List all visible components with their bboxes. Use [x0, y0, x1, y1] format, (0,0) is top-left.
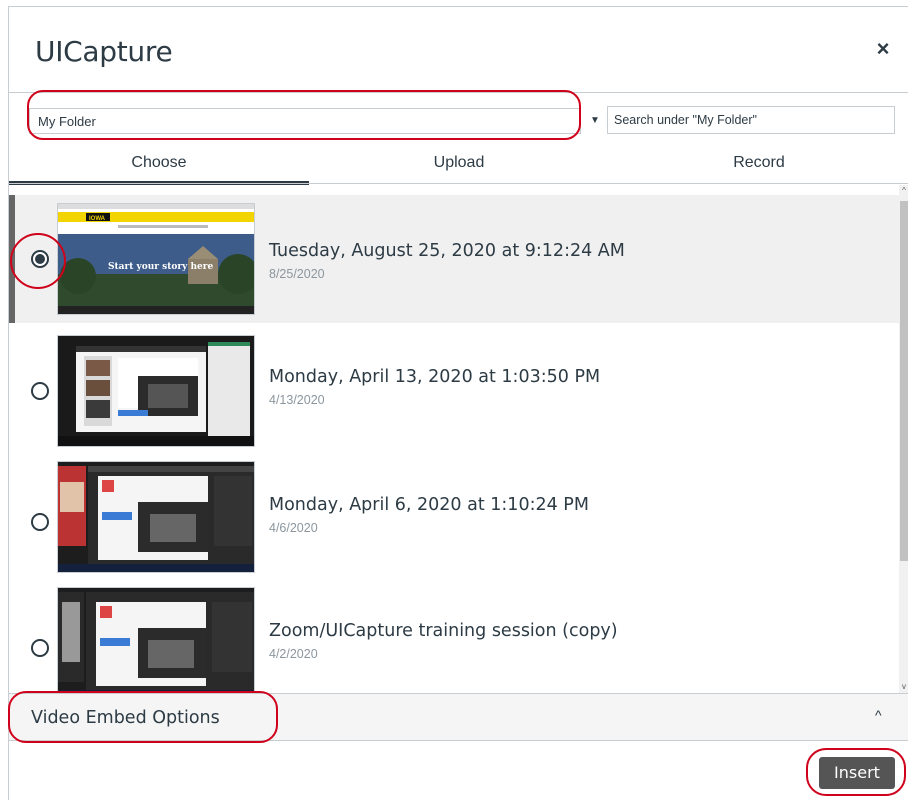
thumbnail-image	[58, 462, 254, 572]
tab-record[interactable]: Record	[609, 145, 908, 185]
radio-button[interactable]	[31, 382, 49, 400]
thumbnail-logo: IOWA	[89, 216, 106, 222]
tab-upload[interactable]: Upload	[309, 145, 609, 185]
media-list: IOWA Start your story here Tuesday, Augu…	[9, 195, 908, 693]
video-embed-options[interactable]: Video Embed Options ^	[9, 693, 908, 741]
item-date: 4/2/2020	[269, 647, 318, 661]
thumbnail-image: IOWA Start your story here	[58, 204, 254, 314]
scroll-up-icon[interactable]: ^	[899, 185, 908, 197]
radio-button[interactable]	[31, 639, 49, 657]
list-item[interactable]: IOWA Start your story here Tuesday, Augu…	[9, 195, 899, 323]
thumbnail-caption: Start your story here	[108, 262, 214, 272]
list-item[interactable]: Zoom/UICapture training session (copy) 4…	[9, 579, 899, 693]
tab-choose[interactable]: Choose	[9, 145, 309, 185]
uicapture-dialog: UICapture × My Folder ▼ Choose Upload Re…	[8, 6, 908, 800]
video-thumbnail[interactable]	[57, 587, 255, 693]
scrollbar[interactable]: ^ v	[899, 185, 908, 693]
list-item[interactable]: Monday, April 13, 2020 at 1:03:50 PM 4/1…	[9, 327, 899, 455]
item-date: 8/25/2020	[269, 267, 325, 281]
tab-bar: Choose Upload Record	[9, 145, 908, 185]
tab-divider	[9, 183, 908, 184]
radio-button[interactable]	[31, 513, 49, 531]
scroll-thumb[interactable]	[900, 201, 908, 561]
item-title: Zoom/UICapture training session (copy)	[269, 621, 618, 641]
video-thumbnail[interactable]	[57, 461, 255, 573]
item-title: Tuesday, August 25, 2020 at 9:12:24 AM	[269, 241, 625, 261]
dialog-title: UICapture	[35, 35, 173, 68]
item-date: 4/6/2020	[269, 521, 318, 535]
video-thumbnail[interactable]: IOWA Start your story here	[57, 203, 255, 315]
item-title: Monday, April 6, 2020 at 1:10:24 PM	[269, 495, 589, 515]
dialog-header: UICapture ×	[9, 7, 908, 93]
chevron-up-icon[interactable]: ^	[875, 707, 882, 723]
radio-button[interactable]	[31, 250, 49, 268]
search-input[interactable]	[607, 106, 895, 134]
folder-select[interactable]: My Folder	[29, 108, 581, 134]
insert-button[interactable]: Insert	[819, 757, 895, 789]
list-item[interactable]: Monday, April 6, 2020 at 1:10:24 PM 4/6/…	[9, 453, 899, 581]
scroll-down-icon[interactable]: v	[899, 681, 908, 693]
chevron-down-icon[interactable]: ▼	[585, 108, 605, 134]
embed-options-label: Video Embed Options	[31, 708, 220, 728]
thumbnail-image	[58, 588, 254, 693]
thumbnail-image	[58, 336, 254, 446]
close-icon[interactable]: ×	[871, 37, 895, 61]
video-thumbnail[interactable]	[57, 335, 255, 447]
item-date: 4/13/2020	[269, 393, 325, 407]
item-title: Monday, April 13, 2020 at 1:03:50 PM	[269, 367, 601, 387]
